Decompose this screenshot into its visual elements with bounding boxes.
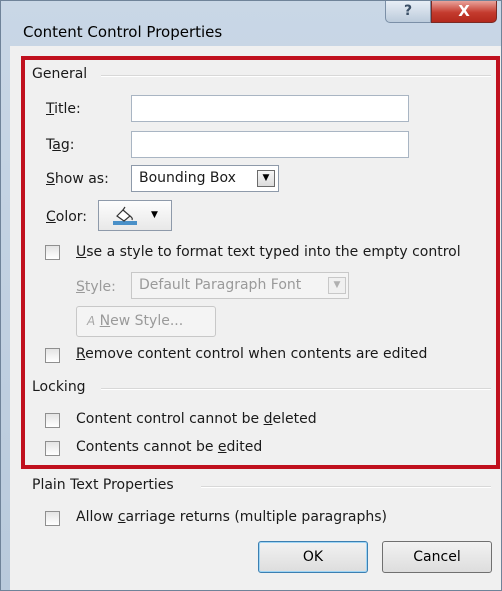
plain-text-group-divider [201,486,491,488]
close-button[interactable]: X [431,1,497,23]
close-icon: X [458,2,470,20]
window-title: Content Control Properties [23,23,223,41]
highlight-frame [21,56,500,469]
cancel-button[interactable]: Cancel [382,541,492,573]
content-control-properties-dialog: Content Control Properties ? X General T… [0,0,502,591]
help-button[interactable]: ? [385,1,431,23]
title-bar[interactable]: Content Control Properties ? X [1,1,501,46]
plain-text-group-heading: Plain Text Properties [32,477,174,493]
ok-button[interactable]: OK [258,541,368,573]
help-icon: ? [403,3,413,19]
allow-carriage-returns-checkbox[interactable] [45,511,60,526]
allow-carriage-returns-label[interactable]: Allow carriage returns (multiple paragra… [76,509,387,525]
